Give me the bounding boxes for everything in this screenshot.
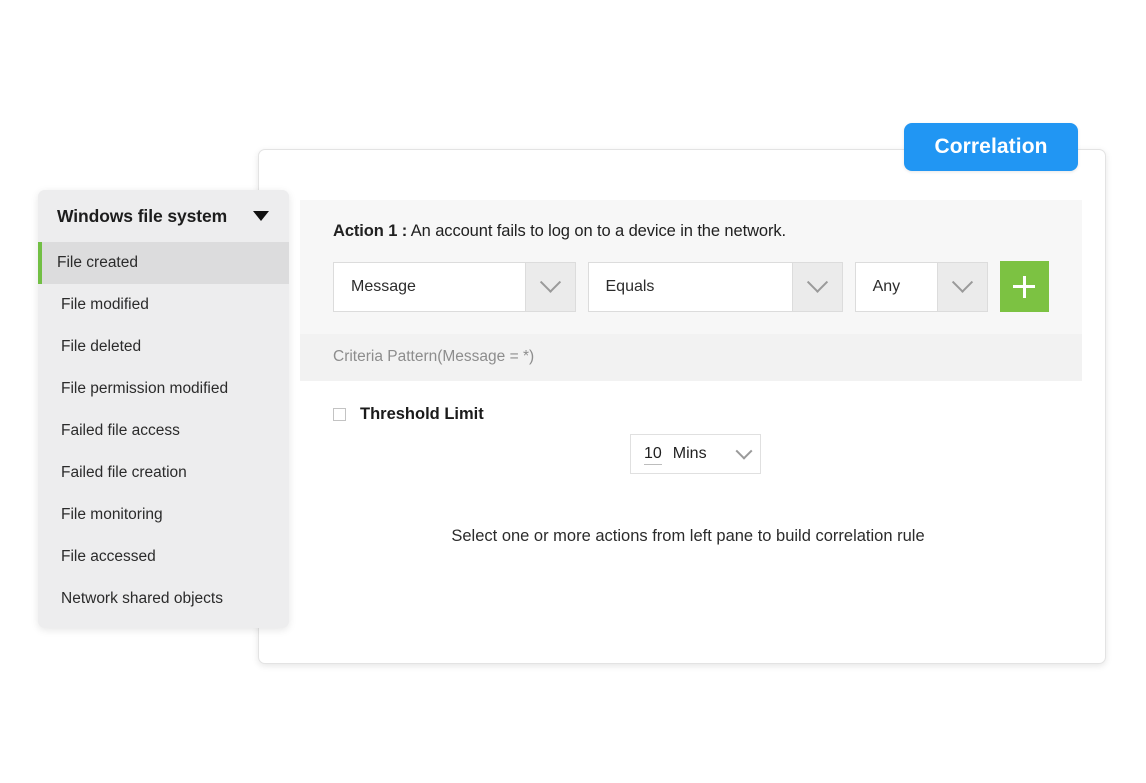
sidebar-item-label: File monitoring (61, 506, 163, 523)
threshold-duration-control[interactable]: 10 Mins (630, 434, 761, 474)
empty-state-hint: Select one or more actions from left pan… (333, 527, 1049, 546)
caret-down-icon[interactable] (253, 211, 269, 221)
sidebar-item-file-deleted[interactable]: File deleted (38, 326, 289, 368)
sidebar-item-file-monitoring[interactable]: File monitoring (38, 494, 289, 536)
empty-state-hint-text: Select one or more actions from left pan… (451, 527, 925, 545)
operator-select-value: Equals (605, 277, 655, 295)
sidebar-title: Windows file system (57, 205, 228, 226)
value-select-value: Any (872, 277, 901, 295)
criteria-row: Message Equals Any (333, 261, 1049, 312)
sidebar-item-file-modified[interactable]: File modified (38, 284, 289, 326)
action-title-prefix: Action 1 : (333, 222, 408, 240)
operator-select[interactable]: Equals (587, 261, 843, 312)
sidebar-item-list: File created File modified File deleted Fil… (38, 242, 289, 620)
sidebar-item-file-created[interactable]: File created (38, 242, 289, 284)
action-title-text: An account fails to log on to a device i… (410, 222, 786, 240)
sidebar-item-label: Failed file creation (61, 464, 187, 481)
field-select[interactable]: Message (333, 261, 576, 312)
actions-sidebar: Windows file system File created File mod… (38, 190, 289, 628)
sidebar-item-label: Network shared objects (61, 590, 223, 607)
sidebar-item-label: File permission modified (61, 380, 229, 397)
criteria-pattern-text: Criteria Pattern(Message = *) (333, 348, 535, 365)
threshold-limit-label: Threshold Limit (360, 405, 484, 423)
screen-root: Correlation Windows file system File cre… (0, 0, 1146, 783)
threshold-duration-unit: Mins (672, 445, 707, 462)
sidebar-item-label: Failed file access (61, 422, 180, 439)
chevron-down-icon[interactable] (735, 442, 753, 460)
threshold-duration-input[interactable]: 10 (644, 444, 662, 465)
field-select-value: Message (351, 277, 416, 295)
threshold-row: Threshold Limit (333, 405, 1049, 424)
value-select[interactable]: Any (854, 261, 988, 312)
sidebar-item-label: File accessed (61, 548, 156, 565)
add-criteria-button[interactable] (999, 261, 1049, 312)
sidebar-header[interactable]: Windows file system (38, 190, 289, 242)
sidebar-item-label: File deleted (61, 338, 142, 355)
chevron-down-icon (806, 271, 828, 293)
sidebar-item-file-accessed[interactable]: File accessed (38, 536, 289, 578)
sidebar-item-failed-file-access[interactable]: Failed file access (38, 410, 289, 452)
sidebar-item-failed-file-creation[interactable]: Failed file creation (38, 452, 289, 494)
tab-correlation-label: Correlation (934, 135, 1048, 158)
sidebar-item-network-shared-objects[interactable]: Network shared objects (38, 578, 289, 620)
rule-builder-content: Action 1 : An account fails to log on to… (300, 200, 1082, 546)
field-select-chevron[interactable] (524, 262, 575, 311)
criteria-pattern: Criteria Pattern(Message = *) (300, 334, 1082, 381)
threshold-block: Threshold Limit 10 Mins Select one or mo… (300, 381, 1082, 546)
action-panel: Action 1 : An account fails to log on to… (300, 200, 1082, 334)
sidebar-item-label: File modified (61, 296, 149, 313)
value-select-chevron[interactable] (936, 262, 987, 311)
sidebar-item-file-permission-modified[interactable]: File permission modified (38, 368, 289, 410)
operator-select-chevron[interactable] (791, 262, 842, 311)
chevron-down-icon (951, 271, 973, 293)
tab-correlation[interactable]: Correlation (904, 123, 1078, 171)
chevron-down-icon (539, 271, 561, 293)
sidebar-item-label: File created (57, 254, 138, 271)
threshold-limit-checkbox[interactable] (333, 408, 346, 421)
action-title: Action 1 : An account fails to log on to… (333, 222, 1049, 241)
